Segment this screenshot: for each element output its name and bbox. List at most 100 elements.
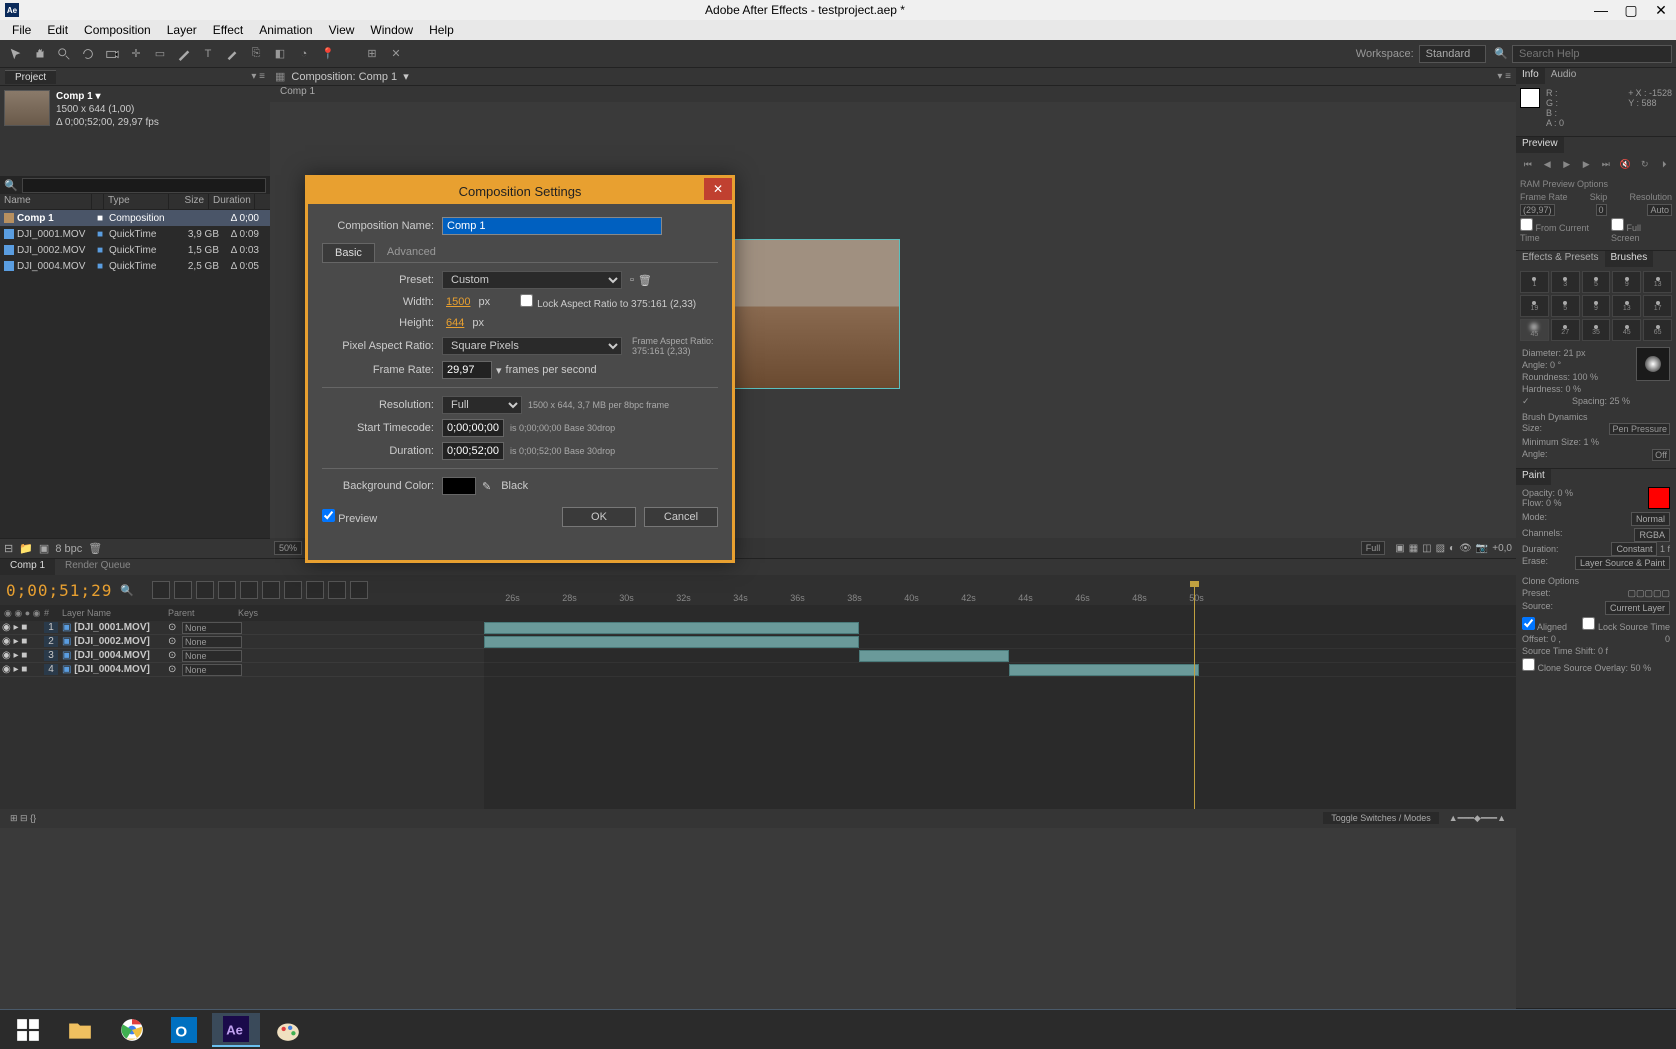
brush-preset[interactable]: 13: [1612, 295, 1641, 317]
project-item[interactable]: DJI_0002.MOV ■ QuickTime 1,5 GB Δ 0:03: [0, 242, 270, 258]
trash-icon[interactable]: 🗑: [88, 542, 102, 555]
outlook-icon[interactable]: O: [160, 1013, 208, 1047]
lock-aspect-checkbox[interactable]: Lock Aspect Ratio to 375:161 (2,33): [520, 294, 696, 310]
col-type[interactable]: Type: [104, 194, 169, 209]
paint-foreground-swatch[interactable]: [1648, 487, 1670, 509]
width-input[interactable]: 1500: [442, 294, 474, 310]
tab-effects[interactable]: Effects & Presets: [1516, 251, 1605, 267]
ram-preview-icon[interactable]: ⏵: [1657, 157, 1673, 171]
last-frame-icon[interactable]: ⏭: [1598, 157, 1614, 171]
from-current-checkbox[interactable]: From Current Time: [1520, 218, 1611, 243]
paint-opacity[interactable]: Opacity: 0 %: [1522, 488, 1573, 498]
project-item-comp[interactable]: Comp 1 ■ Composition Δ 0;00: [0, 210, 270, 226]
eyedropper-icon[interactable]: ✎: [482, 480, 491, 493]
after-effects-icon[interactable]: Ae: [212, 1013, 260, 1047]
framerate-input[interactable]: [442, 361, 492, 379]
brush-angle[interactable]: Angle: 0 °: [1522, 359, 1630, 371]
timeline-search-icon[interactable]: 🔍: [120, 584, 134, 597]
layer-bar[interactable]: [484, 622, 859, 634]
project-tab[interactable]: Project: [5, 70, 56, 84]
tl-icon-3[interactable]: [196, 581, 214, 599]
zoom-tool-icon[interactable]: [53, 44, 75, 64]
next-frame-icon[interactable]: ▶: [1579, 157, 1595, 171]
comp-name-input[interactable]: [442, 217, 662, 235]
parent-select[interactable]: None: [182, 650, 242, 662]
timeline-tracks[interactable]: 26s 28s 30s 32s 34s 36s 38s 40s 42s 44s …: [484, 575, 1516, 809]
clone-source-select[interactable]: Current Layer: [1605, 601, 1670, 615]
snap-icon[interactable]: ⊞: [361, 44, 383, 64]
loop-icon[interactable]: ↻: [1637, 157, 1653, 171]
timeline-ruler[interactable]: 26s 28s 30s 32s 34s 36s 38s 40s 42s 44s …: [484, 575, 1516, 605]
pen-tool-icon[interactable]: [173, 44, 195, 64]
paint-icon[interactable]: [264, 1013, 312, 1047]
brush-preset[interactable]: 17: [1643, 295, 1672, 317]
anchor-tool-icon[interactable]: ✛: [125, 44, 147, 64]
dialog-close-button[interactable]: ✕: [704, 178, 732, 200]
prev-frame-icon[interactable]: ◀: [1540, 157, 1556, 171]
transparency-icon[interactable]: ▨: [1436, 543, 1445, 554]
paint-mode-select[interactable]: Normal: [1631, 512, 1670, 526]
layer-row[interactable]: ◉ ▸ ■ 4 ▣ [DJI_0004.MOV] ⊙ None: [0, 663, 484, 677]
locktime-checkbox[interactable]: Lock Source Time: [1582, 617, 1670, 632]
maximize-button[interactable]: ▢: [1616, 0, 1646, 20]
parent-select[interactable]: None: [182, 636, 242, 648]
tl-icon-4[interactable]: [218, 581, 236, 599]
ram-framerate-select[interactable]: (29,97): [1520, 204, 1555, 216]
interpret-icon[interactable]: ⊟: [4, 542, 13, 555]
rotobrush-tool-icon[interactable]: ◔: [293, 44, 315, 64]
ram-res-select[interactable]: Auto: [1647, 204, 1672, 216]
parent-select[interactable]: None: [182, 622, 242, 634]
tab-brushes[interactable]: Brushes: [1605, 251, 1654, 267]
height-input[interactable]: 644: [442, 315, 468, 331]
col-size[interactable]: Size: [169, 194, 209, 209]
zoom-dropdown[interactable]: 50%: [274, 541, 302, 555]
aligned-checkbox[interactable]: Aligned: [1522, 617, 1567, 632]
tl-icon-2[interactable]: [174, 581, 192, 599]
res-dropdown[interactable]: Full: [1361, 541, 1386, 555]
tl-icon-7[interactable]: [284, 581, 302, 599]
tab-preview[interactable]: Preview: [1516, 137, 1564, 153]
region-icon[interactable]: ▣: [1395, 543, 1404, 554]
menu-layer[interactable]: Layer: [159, 23, 205, 37]
snapshot-icon[interactable]: 📷: [1476, 543, 1488, 554]
tl-icon-8[interactable]: [306, 581, 324, 599]
menu-composition[interactable]: Composition: [76, 23, 159, 37]
snap-option-icon[interactable]: ✕: [385, 44, 407, 64]
resolution-select[interactable]: Full: [442, 396, 522, 414]
brush-roundness[interactable]: Roundness: 100 %: [1522, 371, 1630, 383]
puppet-tool-icon[interactable]: 📍: [317, 44, 339, 64]
preview-checkbox[interactable]: Preview: [322, 509, 377, 525]
tl-icon-6[interactable]: [262, 581, 280, 599]
tl-zoom-slider[interactable]: ▲━━━◆━━━▲: [1449, 813, 1506, 824]
brush-preset[interactable]: 35: [1582, 319, 1611, 341]
tl-icon-1[interactable]: [152, 581, 170, 599]
first-frame-icon[interactable]: ⏮: [1520, 157, 1536, 171]
timeline-timecode[interactable]: 0;00;51;29: [6, 581, 112, 600]
close-window-button[interactable]: ✕: [1646, 0, 1676, 20]
brush-spacing[interactable]: ✓ Spacing: 25 %: [1522, 395, 1630, 408]
tab-paint[interactable]: Paint: [1516, 469, 1551, 485]
mute-icon[interactable]: 🔇: [1618, 157, 1634, 171]
clone-tool-icon[interactable]: ⎘: [245, 44, 267, 64]
mask-icon[interactable]: ◐: [1449, 543, 1455, 554]
tab-basic[interactable]: Basic: [322, 243, 375, 262]
bpc-button[interactable]: 8 bpc: [55, 543, 82, 555]
col-duration[interactable]: Duration: [209, 194, 255, 209]
project-item[interactable]: DJI_0004.MOV ■ QuickTime 2,5 GB Δ 0:05: [0, 258, 270, 274]
brush-tool-icon[interactable]: [221, 44, 243, 64]
folder-icon[interactable]: 📁: [19, 542, 33, 555]
selection-tool-icon[interactable]: [5, 44, 27, 64]
comp-tab-dropdown-icon[interactable]: ▾: [403, 70, 409, 83]
brush-preset[interactable]: 5: [1551, 295, 1580, 317]
start-timecode-input[interactable]: [442, 419, 504, 437]
comp-grid-icon[interactable]: ▦: [275, 70, 285, 83]
layer-bar[interactable]: [859, 650, 1009, 662]
brush-preset[interactable]: 27: [1551, 319, 1580, 341]
preset-select[interactable]: Custom: [442, 271, 622, 289]
menu-file[interactable]: File: [4, 23, 39, 37]
brush-preset[interactable]: 19: [1520, 295, 1549, 317]
grid-icon[interactable]: ▦: [1409, 543, 1418, 554]
brush-minsize[interactable]: Minimum Size: 1 %: [1522, 436, 1670, 448]
layer-bar[interactable]: [484, 636, 859, 648]
menu-help[interactable]: Help: [421, 23, 462, 37]
